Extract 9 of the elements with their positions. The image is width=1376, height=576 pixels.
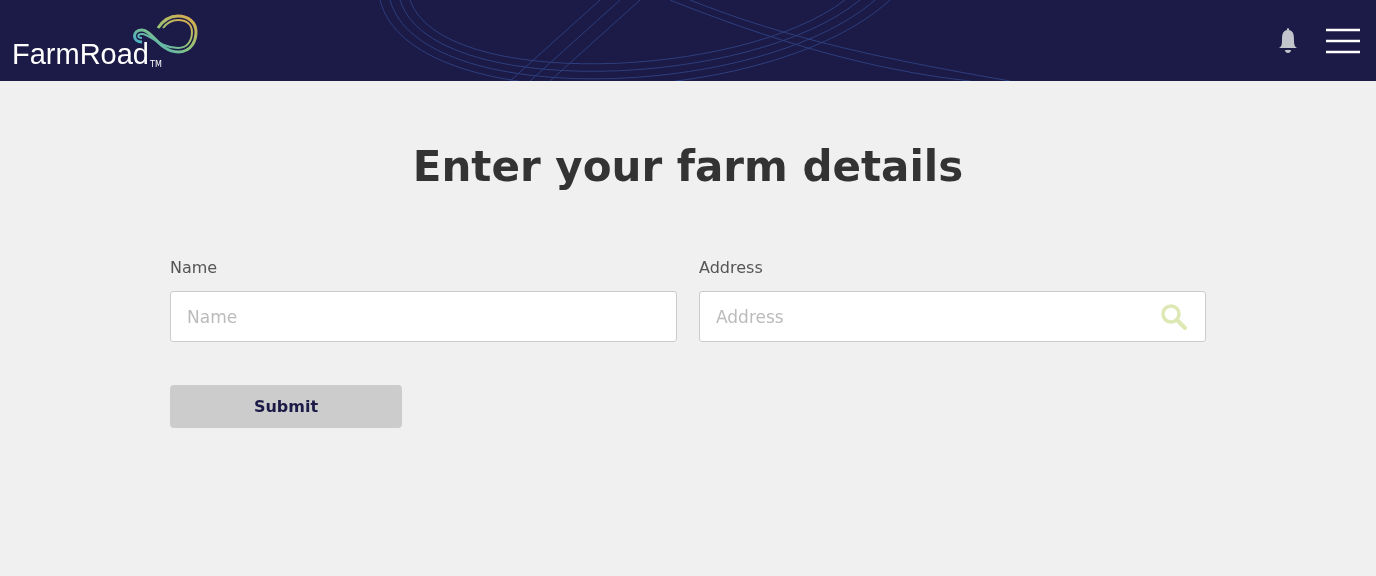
search-field[interactable]: Address — [699, 291, 1206, 342]
field-label: Name — [170, 259, 219, 277]
page-title: Enter your farm details — [411, 141, 965, 193]
field-label: Address — [699, 259, 764, 277]
menu-icon[interactable] — [1326, 27, 1360, 54]
bell-icon[interactable] — [1278, 26, 1298, 55]
logo-text: FarmRoad — [12, 37, 149, 70]
input-field[interactable]: Name — [170, 291, 677, 342]
trademark-text: TM — [150, 59, 162, 69]
